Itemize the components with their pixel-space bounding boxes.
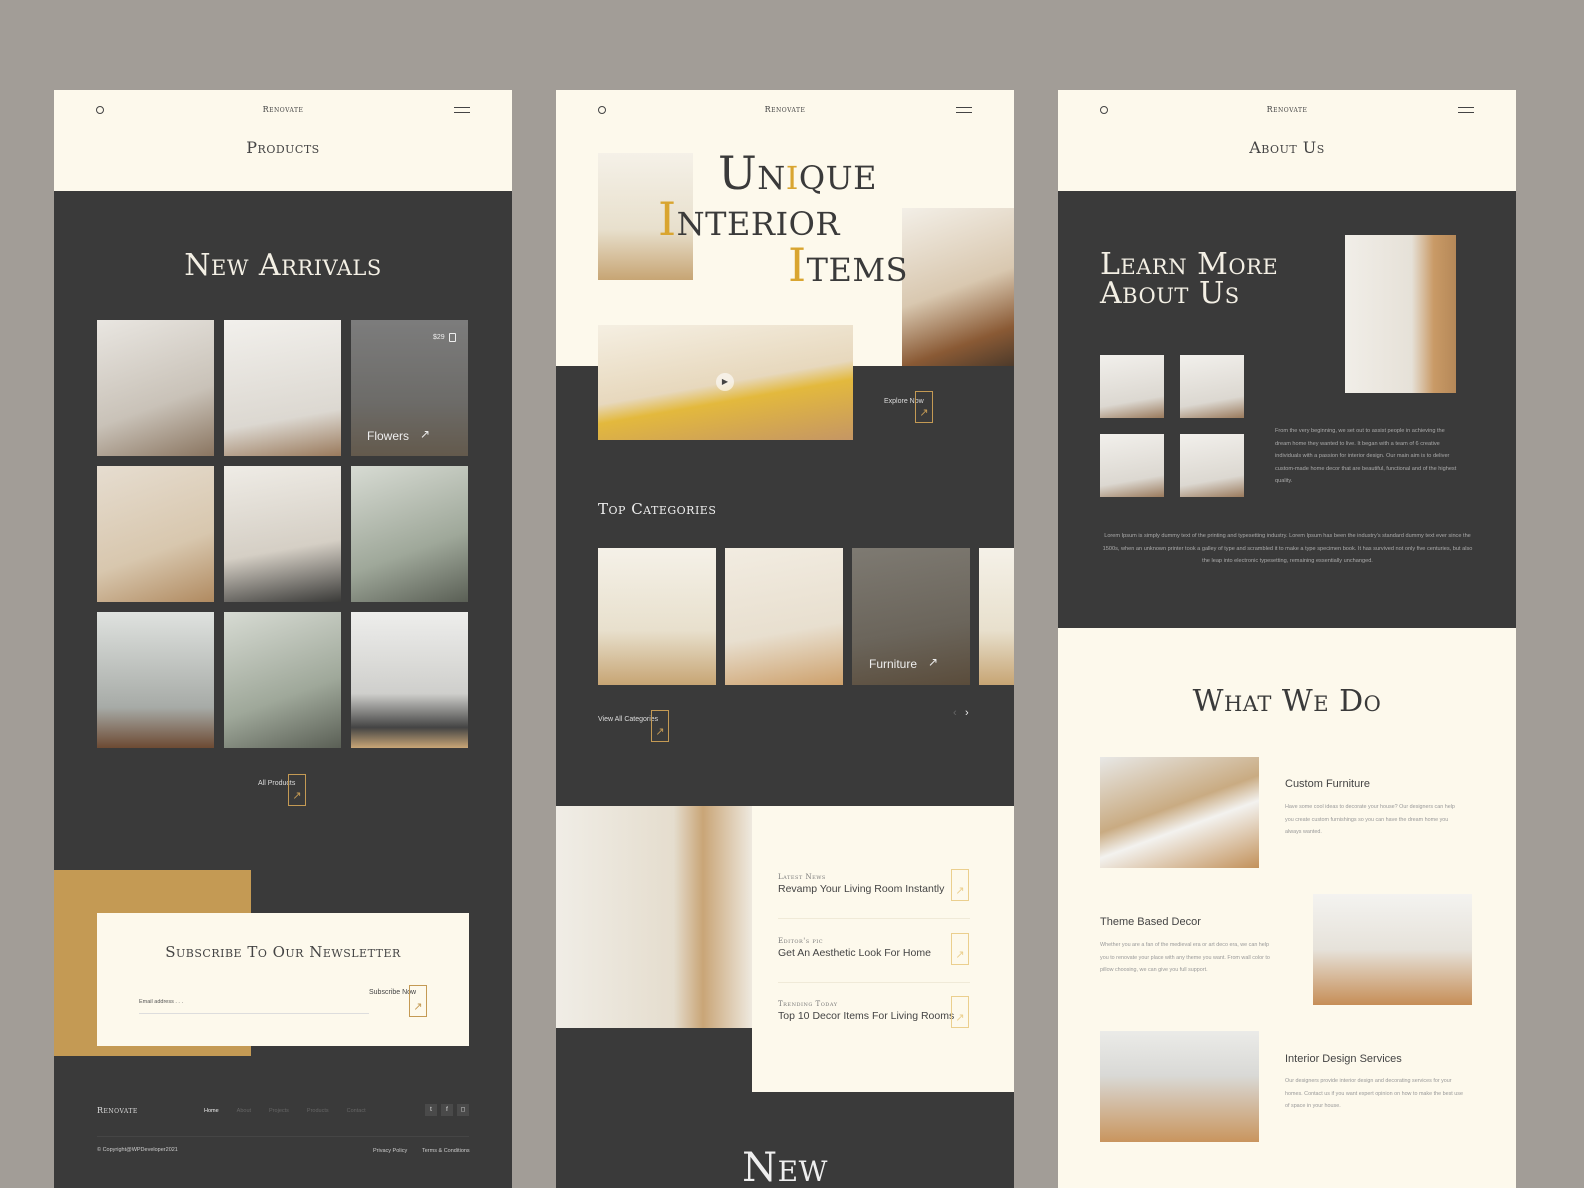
play-icon[interactable]: ▶ <box>716 373 734 391</box>
category-image[interactable] <box>979 548 1014 685</box>
featured-category-label[interactable]: Furniture <box>869 657 917 671</box>
news-title[interactable]: Revamp Your Living Room Instantly <box>778 883 970 895</box>
hero-line-3: Items <box>788 238 909 292</box>
footer-divider <box>97 1136 469 1137</box>
news-arrow[interactable]: ↗ <box>951 933 969 965</box>
category-image[interactable] <box>725 548 843 685</box>
menu-icon[interactable] <box>956 107 972 113</box>
about-lorem: Lorem Ipsum is simply dummy text of the … <box>1102 533 1473 565</box>
news-label: Editor's pic <box>778 937 824 945</box>
about-thumb <box>1100 434 1164 497</box>
about-heading: Learn More About Us <box>1100 247 1279 311</box>
prev-arrow[interactable]: ‹ <box>953 707 957 719</box>
menu-icon[interactable] <box>1458 107 1474 113</box>
service-text: Have some cool ideas to decorate your ho… <box>1285 804 1455 836</box>
footer-nav-projects[interactable]: Projects <box>269 1108 289 1114</box>
footer-nav-products[interactable]: Products <box>307 1108 329 1114</box>
logo[interactable]: Renovate <box>54 105 512 114</box>
news-arrow[interactable]: ↗ <box>951 996 969 1028</box>
news-title[interactable]: Get An Aesthetic Look For Home <box>778 947 970 959</box>
email-field[interactable]: Email address . . . <box>139 999 369 1014</box>
category-image[interactable] <box>598 548 716 685</box>
instagram-icon[interactable]: ◻ <box>457 1104 469 1116</box>
service-title: Theme Based Decor <box>1100 916 1201 928</box>
footer-logo[interactable]: Renovate <box>97 1106 138 1115</box>
all-products-arrow[interactable]: ↗ <box>288 774 306 806</box>
news-image-plant <box>556 806 752 1028</box>
section-title: New Arrivals <box>184 248 382 283</box>
footer-nav-contact[interactable]: Contact <box>347 1108 366 1114</box>
product-image[interactable] <box>224 612 341 748</box>
logo[interactable]: Renovate <box>556 105 1014 114</box>
about-thumb <box>1100 355 1164 418</box>
news-label: Latest News <box>778 873 826 881</box>
about-heading-line-2: About Us <box>1100 276 1240 311</box>
featured-label[interactable]: Flowers <box>367 429 409 443</box>
news-item[interactable]: Editor's pic Get An Aesthetic Look For H… <box>778 937 970 959</box>
product-image[interactable] <box>97 612 214 748</box>
bag-icon[interactable] <box>449 333 456 342</box>
about-thumb <box>1180 434 1244 497</box>
about-thumb <box>1180 355 1244 418</box>
footer-nav-home[interactable]: Home <box>204 1108 219 1114</box>
divider <box>778 982 970 983</box>
what-we-do-title: What We Do <box>1192 684 1382 719</box>
product-image[interactable] <box>224 466 341 602</box>
bottom-heading: New <box>742 1145 828 1188</box>
product-image[interactable] <box>351 466 468 602</box>
next-arrow[interactable]: › <box>965 707 969 719</box>
service-image <box>1100 757 1259 868</box>
hero-image-stairs <box>902 208 1014 366</box>
explore-arrow[interactable]: ↗ <box>915 391 933 423</box>
page-title: Products <box>246 138 320 157</box>
news-arrow[interactable]: ↗ <box>951 869 969 901</box>
about-heading-line-1: Learn More <box>1100 247 1279 282</box>
arrow-icon: ↗ <box>420 427 431 441</box>
newsletter-title: Subscribe To Our Newsletter <box>165 943 401 961</box>
service-text: Whether you are a fan of the medieval er… <box>1100 942 1270 974</box>
arrow-icon: ↗ <box>928 655 939 669</box>
subscribe-arrow[interactable]: ↗ <box>409 985 427 1017</box>
product-image[interactable] <box>97 466 214 602</box>
product-price: $29 <box>433 334 445 341</box>
service-image <box>1313 894 1472 1005</box>
newsletter-box: Subscribe To Our Newsletter Email addres… <box>97 913 469 1046</box>
categories-title: Top Categories <box>598 500 717 518</box>
view-all-categories-link[interactable]: View All Categories <box>598 716 658 723</box>
products-page: Renovate Products New Arrivals $29 Flowe… <box>54 90 512 1188</box>
about-page: Renovate About Us Learn More About Us Fr… <box>1058 90 1516 1188</box>
header: Renovate About Us <box>1058 90 1516 191</box>
facebook-icon[interactable]: f <box>441 1104 453 1116</box>
privacy-link[interactable]: Privacy Policy <box>373 1148 407 1154</box>
what-we-do-section: What We Do Custom Furniture Have some co… <box>1058 628 1516 1188</box>
footer-nav-about[interactable]: About <box>237 1108 251 1114</box>
service-title: Custom Furniture <box>1285 778 1370 790</box>
terms-link[interactable]: Terms & Conditions <box>422 1148 470 1154</box>
copyright: © Copyright@WPDeveloper2021 <box>97 1147 178 1153</box>
service-title: Interior Design Services <box>1285 1053 1402 1065</box>
view-all-arrow[interactable]: ↗ <box>651 710 669 742</box>
footer-nav: Home About Projects Products Contact <box>204 1108 366 1114</box>
product-image[interactable] <box>97 320 214 456</box>
news-item[interactable]: Trending Today Top 10 Decor Items For Li… <box>778 1000 970 1022</box>
service-text: Our designers provide interior design an… <box>1285 1078 1463 1110</box>
news-label: Trending Today <box>778 1000 838 1008</box>
header: Renovate Products <box>54 90 512 191</box>
logo[interactable]: Renovate <box>1058 105 1516 114</box>
product-image[interactable] <box>351 612 468 748</box>
service-image <box>1100 1031 1259 1142</box>
news-title[interactable]: Top 10 Decor Items For Living Rooms <box>778 1010 970 1022</box>
home-page: Renovate Unique Interior Items ▶ Explore… <box>556 90 1014 1188</box>
menu-icon[interactable] <box>454 107 470 113</box>
twitter-icon[interactable]: t <box>425 1104 437 1116</box>
news-list: Latest News Revamp Your Living Room Inst… <box>752 806 1014 1092</box>
about-main-image <box>1345 235 1456 393</box>
page-title: About Us <box>1249 138 1325 157</box>
news-item[interactable]: Latest News Revamp Your Living Room Inst… <box>778 873 970 895</box>
product-image[interactable] <box>224 320 341 456</box>
divider <box>778 918 970 919</box>
about-intro: From the very beginning, we set out to a… <box>1275 428 1457 485</box>
